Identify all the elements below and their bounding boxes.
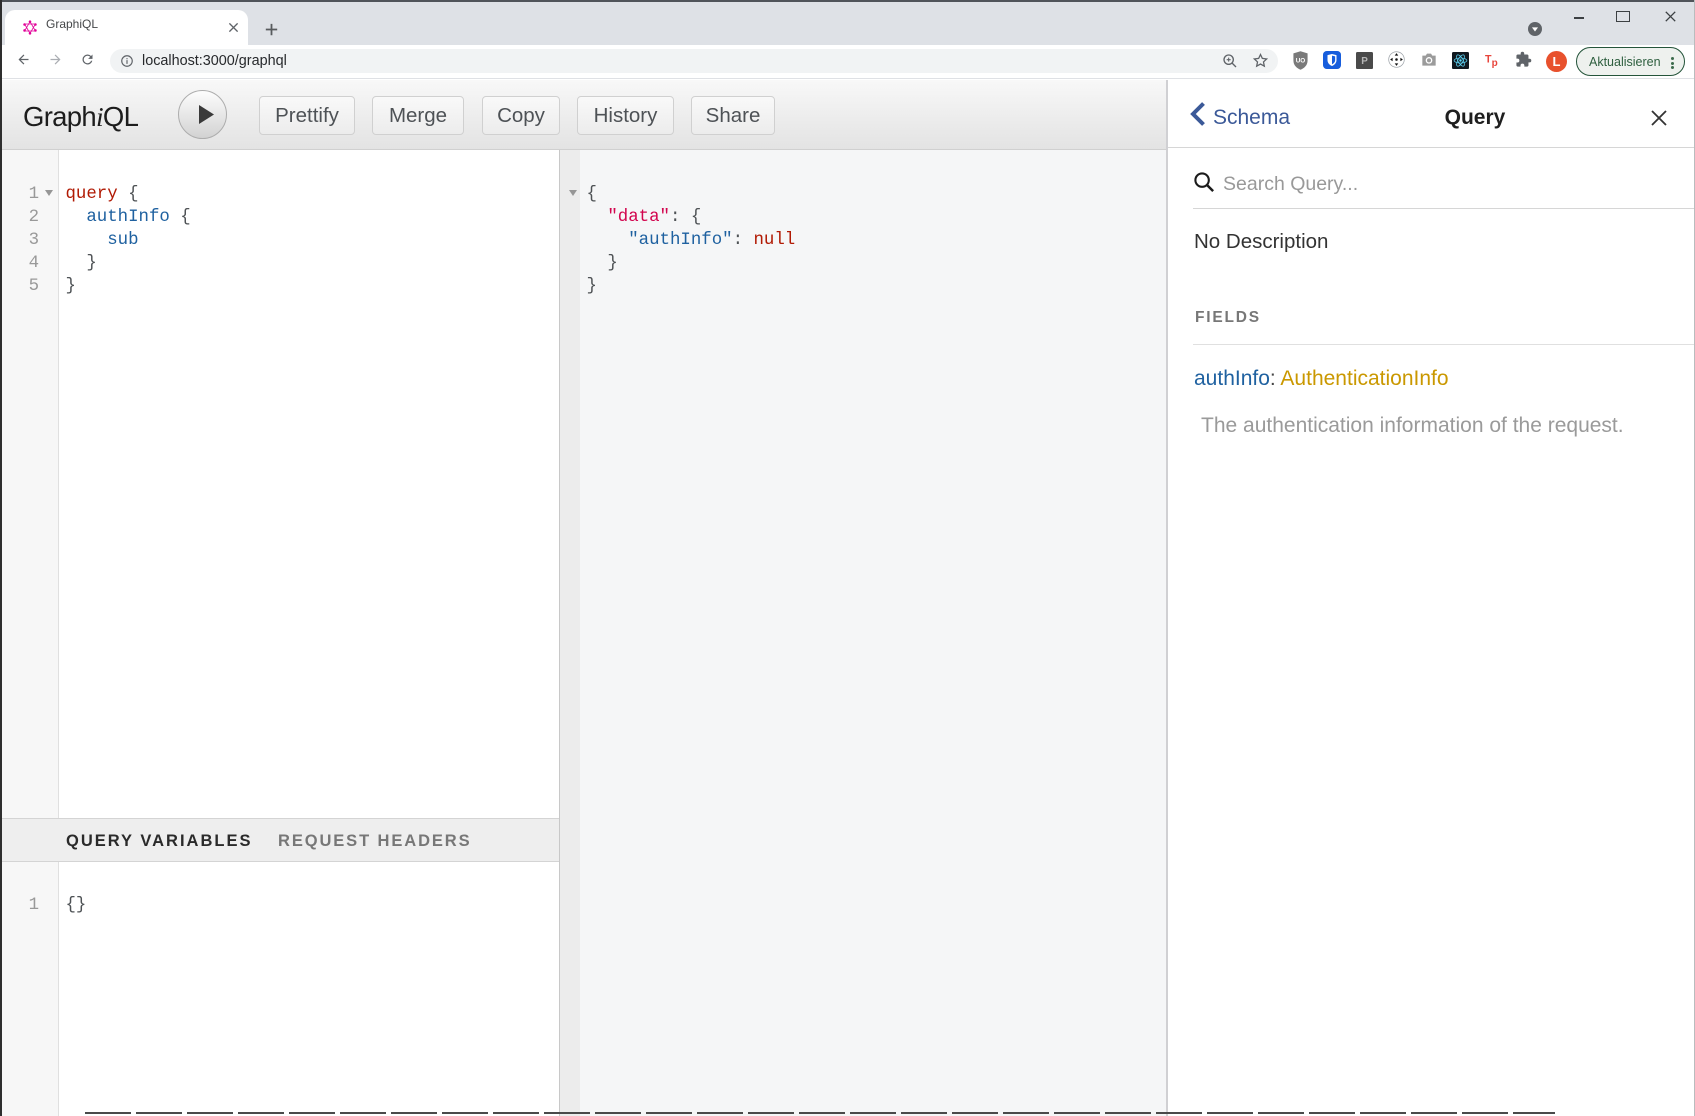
svg-text:T: T <box>1485 54 1492 66</box>
svg-text:p: p <box>1492 58 1498 68</box>
svg-text:P: P <box>1361 56 1368 67</box>
svg-text:UO: UO <box>1296 58 1306 65</box>
